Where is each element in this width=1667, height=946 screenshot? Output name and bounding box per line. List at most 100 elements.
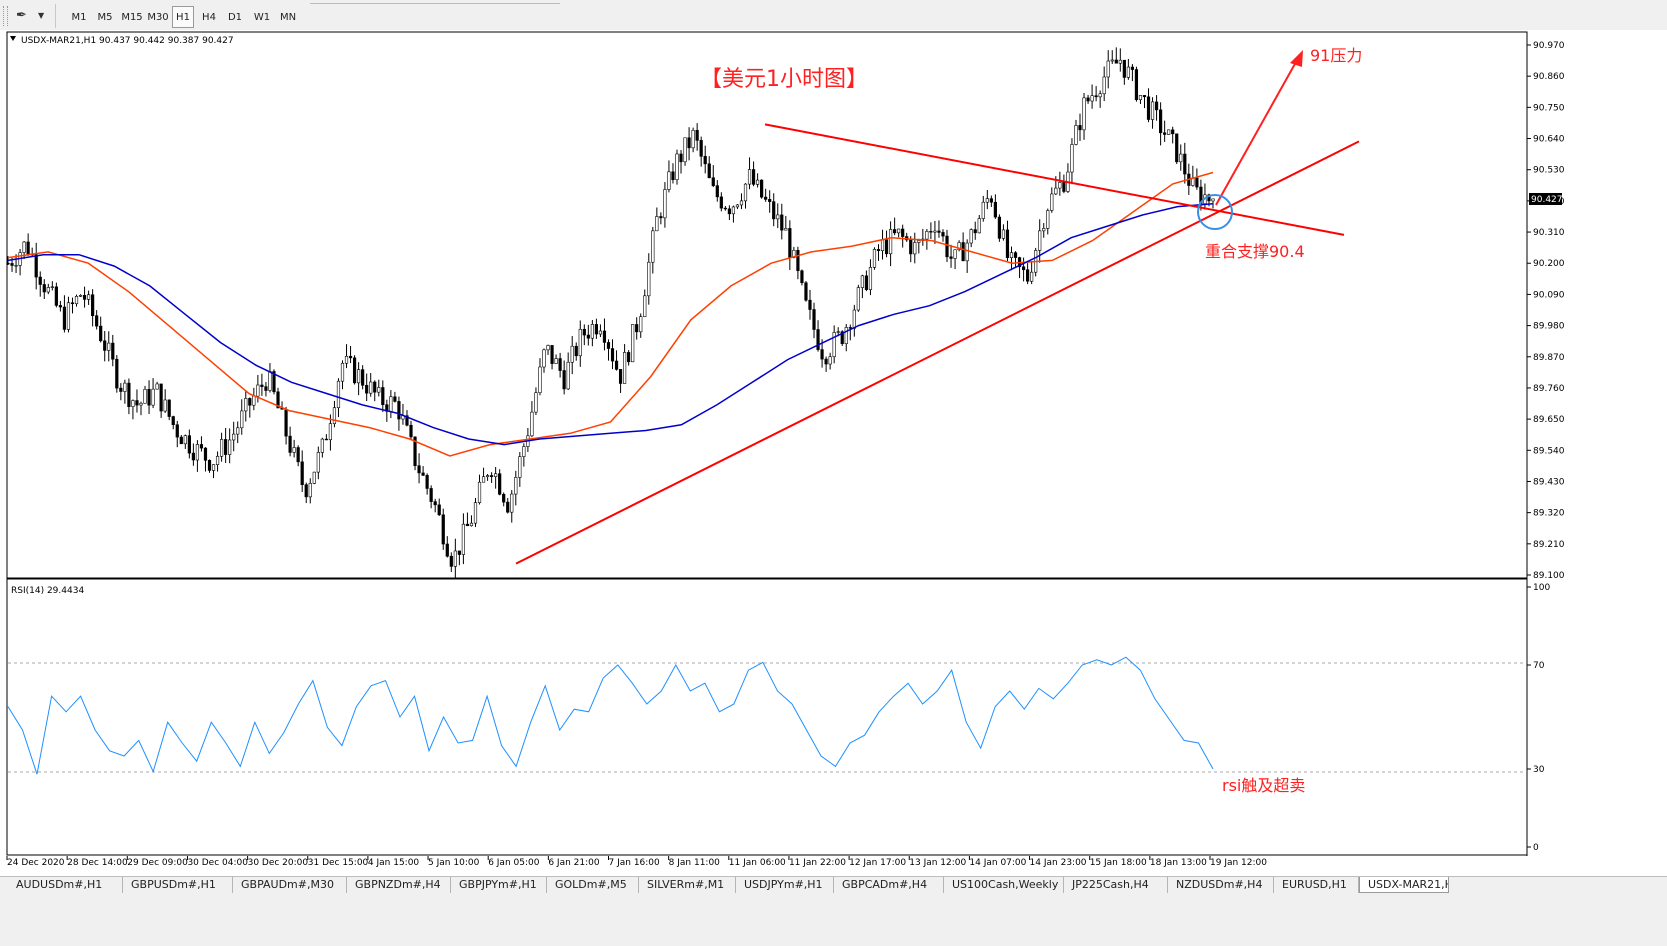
candle-body bbox=[99, 325, 103, 342]
candle-body bbox=[357, 369, 361, 384]
chart-tab[interactable]: NZDUSDm#,H4 bbox=[1168, 877, 1274, 893]
toolbar-grip[interactable] bbox=[3, 6, 8, 26]
candle-body bbox=[727, 208, 731, 215]
candle-body bbox=[506, 501, 510, 513]
candle-body bbox=[977, 218, 981, 234]
candle-body bbox=[228, 439, 232, 455]
candle-body bbox=[264, 386, 268, 391]
candle-body bbox=[421, 472, 425, 476]
candle-body bbox=[1179, 153, 1183, 163]
candle-body bbox=[949, 256, 953, 259]
candle-body bbox=[518, 456, 522, 478]
time-tick-label: 7 Jan 16:00 bbox=[609, 858, 661, 868]
time-tick-label: 11 Jan 22:00 bbox=[789, 858, 846, 868]
candle-body bbox=[224, 439, 228, 455]
chart-canvas[interactable]: 90.97090.86090.75090.64090.53090.42090.3… bbox=[0, 30, 1667, 885]
rsi-header: RSI(14) 29.4434 bbox=[11, 586, 84, 596]
candle-body bbox=[598, 330, 603, 335]
candle-body bbox=[538, 366, 542, 394]
time-tick-label: 30 Dec 04:00 bbox=[187, 858, 248, 868]
candle-body bbox=[1159, 109, 1163, 134]
chart-window[interactable]: 90.97090.86090.75090.64090.53090.42090.3… bbox=[0, 30, 1667, 885]
candle-body bbox=[880, 239, 885, 251]
timeframe-h4[interactable]: H4 bbox=[198, 6, 220, 28]
chart-tab[interactable]: GBPJPYm#,H1 bbox=[451, 877, 547, 893]
candle-body bbox=[973, 229, 977, 234]
price-tick-label: 90.200 bbox=[1533, 259, 1565, 269]
candle-body bbox=[824, 358, 828, 365]
candle-body bbox=[961, 242, 965, 262]
chart-tab[interactable]: US100Cash,Weekly bbox=[944, 877, 1064, 893]
candle-body bbox=[864, 275, 869, 290]
timeframe-w1[interactable]: W1 bbox=[251, 6, 273, 28]
candle-body bbox=[1102, 76, 1106, 95]
chart-tab[interactable]: EURUSD,H1 bbox=[1274, 877, 1359, 893]
timeframe-mn[interactable]: MN bbox=[277, 6, 299, 28]
candle-body bbox=[586, 334, 590, 339]
chart-tab[interactable]: AUDUSDm#,H1 bbox=[8, 877, 123, 893]
candle-body bbox=[925, 231, 929, 240]
timeframe-d1[interactable]: D1 bbox=[224, 6, 246, 28]
candle-body bbox=[87, 294, 91, 300]
candle-body bbox=[82, 295, 87, 300]
candle-body bbox=[308, 483, 312, 498]
time-tick-label: 8 Jan 11:00 bbox=[669, 858, 721, 868]
rsi-tick-label: 30 bbox=[1533, 765, 1545, 775]
candle-body bbox=[502, 493, 506, 503]
rsi-tick-label: 100 bbox=[1533, 583, 1550, 593]
candle-body bbox=[687, 137, 691, 149]
chart-tab[interactable]: GBPNZDm#,H4 bbox=[347, 877, 451, 893]
candle-body bbox=[1009, 252, 1014, 258]
chart-tab[interactable]: JP225Cash,H4 bbox=[1064, 877, 1168, 893]
chart-tab[interactable]: USDJPYm#,H1 bbox=[736, 877, 834, 893]
candle-body bbox=[590, 324, 594, 339]
time-tick-label: 4 Jan 15:00 bbox=[368, 858, 420, 868]
candle-body bbox=[147, 388, 151, 406]
annotation-title: 【美元1小时图】 bbox=[700, 67, 868, 92]
candle-body bbox=[530, 411, 534, 437]
candle-body bbox=[1082, 97, 1086, 131]
candle-body bbox=[215, 455, 220, 465]
candle-body bbox=[232, 433, 236, 441]
candle-body bbox=[1122, 59, 1126, 78]
chart-tab[interactable]: GBPAUDm#,M30 bbox=[233, 877, 347, 893]
candle-body bbox=[95, 315, 99, 327]
candle-body bbox=[373, 381, 377, 393]
time-tick-label: 11 Jan 06:00 bbox=[729, 858, 786, 868]
candle-body bbox=[199, 444, 204, 449]
chart-tab[interactable]: USDX-MAR21,H1 bbox=[1359, 877, 1449, 893]
candle-body bbox=[675, 153, 679, 181]
candle-body bbox=[288, 435, 292, 453]
time-axis: 24 Dec 2020 28 Dec 14:00 29 Dec 09:00 30 De… bbox=[6, 856, 1267, 868]
timeframe-m1[interactable]: M1 bbox=[68, 6, 90, 28]
chart-tab[interactable]: SILVERm#,M1 bbox=[639, 877, 736, 893]
candle-body bbox=[1175, 133, 1179, 163]
candle-body bbox=[534, 392, 538, 413]
annotation-resistance: 91压力 bbox=[1310, 46, 1362, 65]
time-tick-label: 24 Dec 2020 bbox=[7, 858, 65, 868]
timeframe-m5[interactable]: M5 bbox=[94, 6, 116, 28]
candle-body bbox=[74, 296, 79, 305]
timeframe-m15[interactable]: M15 bbox=[120, 6, 144, 28]
chart-tab[interactable]: GOLDm#,M5 bbox=[547, 877, 639, 893]
candle-body bbox=[127, 382, 131, 407]
candle-body bbox=[1013, 252, 1018, 258]
time-tick-label: 19 Jan 12:00 bbox=[1210, 858, 1267, 868]
chart-tab[interactable]: GBPUSDm#,H1 bbox=[123, 877, 233, 893]
candle-body bbox=[453, 550, 457, 567]
price-tick-label: 89.540 bbox=[1533, 446, 1565, 456]
timeframe-h1[interactable]: H1 bbox=[172, 6, 194, 28]
candle-body bbox=[397, 401, 401, 420]
candle-body bbox=[1078, 125, 1082, 131]
candle-body bbox=[469, 522, 474, 527]
candle-body bbox=[909, 239, 913, 255]
chart-tab[interactable]: GBPCADm#,H4 bbox=[834, 877, 944, 893]
price-tick-label: 89.980 bbox=[1533, 322, 1565, 332]
candle-body bbox=[58, 305, 62, 308]
timeframe-m30[interactable]: M30 bbox=[146, 6, 170, 28]
tool-dropdown[interactable]: ✒ ▼ bbox=[14, 6, 50, 26]
price-tick-label: 90.090 bbox=[1533, 290, 1565, 300]
candle-body bbox=[135, 400, 139, 406]
candle-body bbox=[888, 229, 893, 255]
candle-body bbox=[473, 502, 478, 524]
